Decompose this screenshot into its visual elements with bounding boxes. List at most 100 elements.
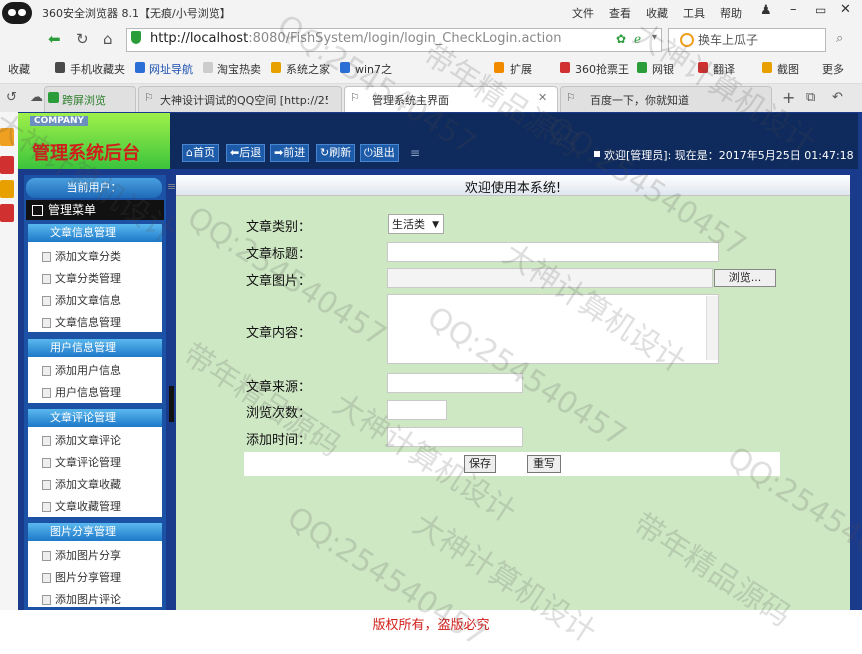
- side-app-icon[interactable]: [0, 204, 14, 222]
- windows-icon: [271, 62, 281, 73]
- tab-page-icon: ⚐: [144, 91, 154, 104]
- bookmark-translate[interactable]: 翻译: [713, 61, 735, 77]
- time-input[interactable]: [387, 427, 523, 447]
- category-value: 生活类: [392, 218, 425, 231]
- bullet-icon: [594, 151, 600, 157]
- source-input[interactable]: [387, 373, 523, 393]
- chevron-down-icon: ▼: [432, 220, 439, 230]
- textarea-scrollbar[interactable]: [706, 296, 718, 360]
- menu-item[interactable]: 用户信息管理: [55, 384, 121, 400]
- restore-tab-icon[interactable]: ↶: [832, 90, 843, 105]
- category-label: 文章类别：: [246, 220, 312, 235]
- window-title: 360安全浏览器 8.1【无痕/小号浏览】: [42, 7, 231, 20]
- bookmark-nav[interactable]: 网址导航: [149, 61, 193, 77]
- menu-item[interactable]: 图片分享管理: [55, 569, 121, 585]
- sidebar-toggle-handle[interactable]: [169, 386, 174, 422]
- group-image[interactable]: 图片分享管理: [28, 523, 162, 541]
- minimize-icon[interactable]: –: [790, 2, 797, 17]
- page-icon: [203, 62, 213, 73]
- nav-refresh-label: 刷新: [329, 146, 352, 159]
- url-text[interactable]: http://localhost:8080/FishSystem/login/l…: [150, 31, 561, 46]
- reset-button[interactable]: 重写: [527, 455, 561, 473]
- new-tab-icon[interactable]: +: [782, 88, 795, 107]
- menu-favorites[interactable]: 收藏: [646, 5, 668, 21]
- close-icon[interactable]: ✕: [840, 2, 851, 17]
- tab-page-icon: ⚐: [350, 91, 360, 104]
- menu-help[interactable]: 帮助: [720, 5, 742, 21]
- company-badge: COMPANY: [30, 116, 88, 126]
- tab-list-icon[interactable]: ⧉: [806, 90, 815, 105]
- maximize-icon[interactable]: ▭: [815, 3, 826, 17]
- bookmark-more[interactable]: 更多: [822, 61, 844, 77]
- bookmark-xitong[interactable]: 系统之家: [286, 61, 330, 77]
- menu-item[interactable]: 添加图片分享: [55, 547, 121, 563]
- undo-tab-icon[interactable]: ↺: [6, 90, 17, 105]
- group-comment[interactable]: 文章评论管理: [28, 409, 162, 427]
- menu-item[interactable]: 添加文章分类: [55, 248, 121, 264]
- menu-file[interactable]: 文件: [572, 5, 594, 21]
- nav-refresh-button[interactable]: ↻刷新: [316, 144, 356, 162]
- category-select[interactable]: 生活类 ▼: [388, 214, 444, 234]
- menu-view[interactable]: 查看: [609, 5, 631, 21]
- tab-close-icon[interactable]: ✕: [538, 91, 547, 104]
- tab-label: 大神设计调试的QQ空间 [http://25: [160, 94, 328, 107]
- time-label: 添加时间：: [246, 433, 312, 448]
- bookmark-win7[interactable]: win7之: [355, 61, 392, 77]
- bookmark-ticket[interactable]: 360抢票王: [575, 61, 629, 77]
- menu-item[interactable]: 文章评论管理: [55, 454, 121, 470]
- cloud-icon[interactable]: ☁: [30, 90, 43, 105]
- side-app-icon[interactable]: [0, 128, 14, 146]
- bookmark-extensions[interactable]: 扩展: [510, 61, 532, 77]
- cross-screen-icon: [48, 92, 59, 103]
- views-input[interactable]: [387, 400, 447, 420]
- nav-back-button[interactable]: ⬅后退: [226, 144, 266, 162]
- page-icon: [42, 595, 51, 605]
- menu-item[interactable]: 添加文章收藏: [55, 476, 121, 492]
- group-user[interactable]: 用户信息管理: [28, 339, 162, 357]
- browse-button[interactable]: 浏览...: [714, 269, 776, 287]
- extension-icon: [494, 62, 504, 73]
- skin-icon[interactable]: ♟: [760, 3, 772, 18]
- menu-item[interactable]: 添加图片评论: [55, 591, 121, 607]
- menu-item[interactable]: 文章信息管理: [55, 314, 121, 330]
- browser-logo-icon: [2, 2, 32, 24]
- url-host: http://localhost: [150, 31, 249, 46]
- bookmark-screenshot[interactable]: 截图: [777, 61, 799, 77]
- bookmark-mobile[interactable]: 手机收藏夹: [70, 61, 125, 77]
- menu-item[interactable]: 文章收藏管理: [55, 498, 121, 514]
- dropdown-arrow-icon[interactable]: ▾: [652, 32, 657, 43]
- nav-forward-button[interactable]: ➡前进: [270, 144, 310, 162]
- nav-home-label: 首页: [192, 146, 215, 159]
- menu-item[interactable]: 文章分类管理: [55, 270, 121, 286]
- form-button-row: [244, 452, 780, 476]
- ie-mode-icon[interactable]: ℯ: [634, 32, 641, 46]
- side-app-icon[interactable]: [0, 156, 14, 174]
- menu-item[interactable]: 添加文章评论: [55, 432, 121, 448]
- bookmark-taobao[interactable]: 淘宝热卖: [217, 61, 261, 77]
- menu-item[interactable]: 添加文章信息: [55, 292, 121, 308]
- bookmark-bank[interactable]: 网银: [652, 61, 674, 77]
- image-label: 文章图片：: [246, 274, 312, 289]
- nav-logout-button[interactable]: ⏻退出: [360, 144, 399, 162]
- search-icon[interactable]: ⌕: [836, 31, 843, 46]
- home-icon[interactable]: ⌂: [103, 30, 113, 48]
- title-input[interactable]: [387, 242, 719, 262]
- nav-home-button[interactable]: ⌂首页: [182, 144, 219, 162]
- refresh-icon[interactable]: ↻: [76, 30, 89, 48]
- ticket-icon: [560, 62, 570, 73]
- group-article[interactable]: 文章信息管理: [28, 224, 162, 242]
- side-app-icon[interactable]: [0, 180, 14, 198]
- back-icon[interactable]: ⬅: [48, 30, 61, 48]
- bookmark-favorites[interactable]: 收藏: [8, 61, 30, 77]
- speed-icon[interactable]: ✿: [616, 32, 626, 46]
- grip-icon: ≡: [167, 180, 177, 193]
- image-file-input[interactable]: [387, 268, 713, 288]
- win7-icon: [340, 62, 350, 73]
- bank-icon: [637, 62, 647, 73]
- current-user: 当前用户：: [26, 178, 162, 198]
- save-button[interactable]: 保存: [464, 455, 496, 473]
- menu-item[interactable]: 添加用户信息: [55, 362, 121, 378]
- content-textarea[interactable]: [387, 294, 719, 364]
- menu-tools[interactable]: 工具: [683, 5, 705, 21]
- page-icon: [42, 388, 51, 398]
